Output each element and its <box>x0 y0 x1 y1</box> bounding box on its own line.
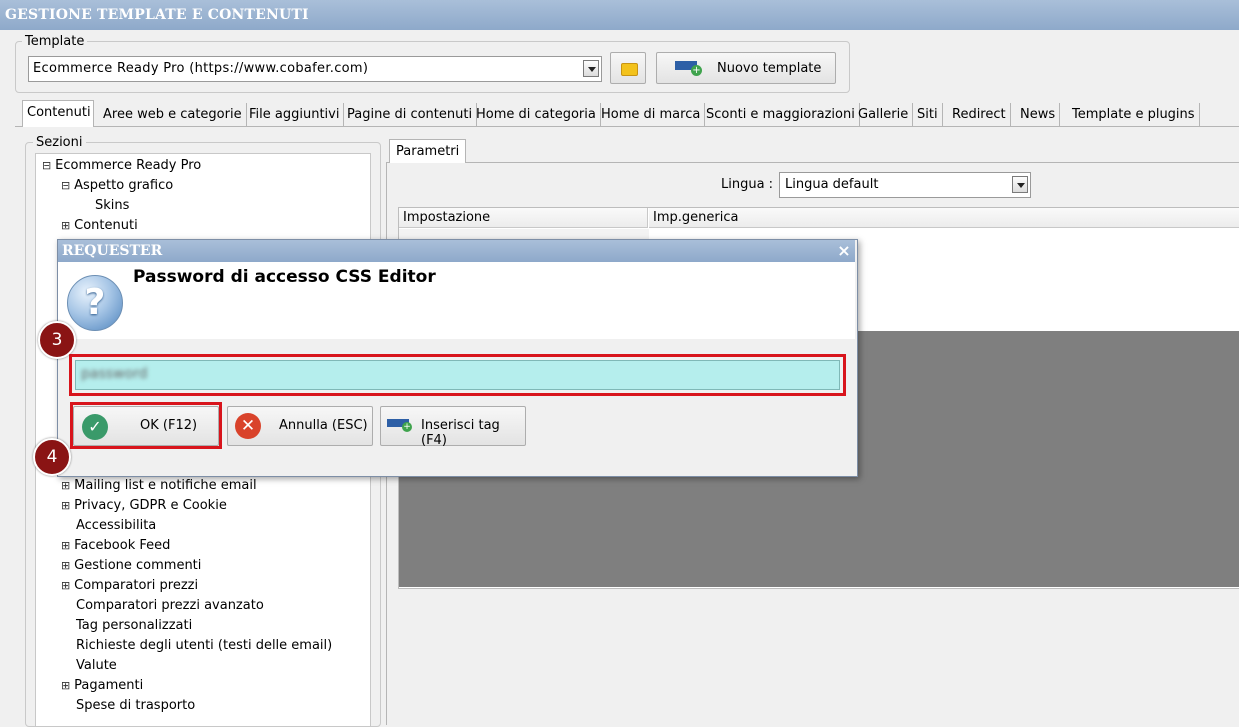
password-input-value: password <box>81 366 148 382</box>
tree-item-aspetto-grafico[interactable]: ⊟ Aspetto grafico <box>61 176 173 196</box>
chevron-down-icon[interactable] <box>583 60 599 77</box>
dialog-close-button[interactable]: × <box>835 240 853 262</box>
new-template-label: Nuovo template <box>717 61 822 76</box>
tree-item-privacy[interactable]: ⊞ Privacy, GDPR e Cookie <box>61 496 227 516</box>
tree-label: Mailing list e notifiche email <box>74 478 257 493</box>
tree-label: Comparatori prezzi <box>74 578 199 593</box>
expand-icon[interactable]: ⊞ <box>61 580 70 591</box>
cancel-label: Annulla (ESC) <box>279 418 368 433</box>
expand-icon[interactable]: ⊞ <box>61 560 70 571</box>
tab-gallerie[interactable]: Gallerie <box>854 103 914 126</box>
tab-pagine-contenuti[interactable]: Pagine di contenuti <box>343 103 478 126</box>
tree-label: Pagamenti <box>74 678 144 693</box>
tab-contenuti[interactable]: Contenuti <box>22 100 94 127</box>
expand-icon[interactable]: ⊞ <box>61 220 70 231</box>
tree-item-tag[interactable]: Tag personalizzati <box>76 616 192 636</box>
dialog-message: Password di accesso CSS Editor <box>133 267 436 287</box>
chevron-down-icon[interactable] <box>1012 176 1028 193</box>
grid-header-setting[interactable]: Impostazione <box>399 208 648 228</box>
tree-item-commenti[interactable]: ⊞ Gestione commenti <box>61 556 201 576</box>
tree-item-comparatori-avanzato[interactable]: Comparatori prezzi avanzato <box>76 596 264 616</box>
question-icon: ? <box>67 275 123 331</box>
tree-item-contenuti[interactable]: ⊞ Contenuti <box>61 216 138 236</box>
tree-item-valute[interactable]: Valute <box>76 656 117 676</box>
tab-template-plugins[interactable]: Template e plugins <box>1068 103 1200 126</box>
plus-badge-icon: + <box>691 65 702 76</box>
tree-label: Contenuti <box>74 218 138 233</box>
tree-label: Richieste degli utenti (testi delle emai… <box>76 638 333 653</box>
lingua-select-value: Lingua default <box>785 177 879 192</box>
collapse-icon[interactable]: ⊟ <box>61 180 70 191</box>
tab-sconti[interactable]: Sconti e maggiorazioni <box>702 103 860 126</box>
expand-icon[interactable]: ⊞ <box>61 500 70 511</box>
tree-label: Privacy, GDPR e Cookie <box>74 498 227 513</box>
tree-item-facebook[interactable]: ⊞ Facebook Feed <box>61 536 170 556</box>
insert-tag-label: Inserisci tag (F4) <box>421 418 500 448</box>
grid-header-value[interactable]: Imp.generica <box>649 208 1239 228</box>
folder-icon <box>621 63 638 76</box>
sections-legend: Sezioni <box>33 135 86 150</box>
dialog-title: REQUESTER <box>58 240 855 262</box>
tree-label: Skins <box>95 198 130 213</box>
lingua-select[interactable]: Lingua default <box>779 172 1031 198</box>
template-select-value: Ecommerce Ready Pro (https://www.cobafer… <box>33 61 369 76</box>
new-template-button[interactable]: + Nuovo template <box>656 52 836 84</box>
tab-redirect[interactable]: Redirect <box>948 103 1011 126</box>
tree-label: Gestione commenti <box>74 558 202 573</box>
cancel-button[interactable]: ✕ Annulla (ESC) <box>227 406 373 446</box>
lingua-label: Lingua : <box>721 177 774 192</box>
tab-home-marca[interactable]: Home di marca <box>597 103 706 126</box>
step-marker-4: 4 <box>33 438 71 476</box>
requester-dialog: REQUESTER × ? Password di accesso CSS Ed… <box>57 239 858 477</box>
tree-label: Spese di trasporto <box>76 698 196 713</box>
tree-item-root[interactable]: ⊟ Ecommerce Ready Pro <box>42 156 201 176</box>
plus-badge-icon: + <box>402 422 412 432</box>
tree-item-comparatori[interactable]: ⊞ Comparatori prezzi <box>61 576 198 596</box>
tab-news[interactable]: News <box>1016 103 1061 126</box>
tree-label: Ecommerce Ready Pro <box>55 158 202 173</box>
tab-siti[interactable]: Siti <box>913 103 943 126</box>
tree-item-richieste[interactable]: Richieste degli utenti (testi delle emai… <box>76 636 332 656</box>
tab-aree-web[interactable]: Aree web e categorie <box>99 103 247 126</box>
tree-label: Comparatori prezzi avanzato <box>76 598 264 613</box>
expand-icon[interactable]: ⊞ <box>61 540 70 551</box>
open-folder-button[interactable] <box>610 52 646 84</box>
template-select[interactable]: Ecommerce Ready Pro (https://www.cobafer… <box>28 56 602 82</box>
insert-tag-button[interactable]: + Inserisci tag (F4) <box>380 406 526 448</box>
tree-label: Facebook Feed <box>74 538 171 553</box>
tree-item-mailing[interactable]: ⊞ Mailing list e notifiche email <box>61 476 257 496</box>
expand-icon[interactable]: ⊞ <box>61 480 70 491</box>
collapse-icon[interactable]: ⊟ <box>42 160 51 171</box>
tree-item-pagamenti[interactable]: ⊞ Pagamenti <box>61 676 143 696</box>
tree-item-skins[interactable]: Skins <box>95 196 129 216</box>
ok-highlight <box>70 402 222 449</box>
password-input[interactable]: password <box>75 360 840 390</box>
tab-home-categoria[interactable]: Home di categoria <box>472 103 601 126</box>
tab-parametri[interactable]: Parametri <box>389 139 467 163</box>
close-circle-icon: ✕ <box>235 413 261 439</box>
window-title: GESTIONE TEMPLATE E CONTENUTI <box>0 0 1239 30</box>
template-legend: Template <box>22 34 88 49</box>
expand-icon[interactable]: ⊞ <box>61 680 70 691</box>
step-marker-3: 3 <box>38 321 76 359</box>
tree-label: Valute <box>76 658 117 673</box>
tree-item-spese[interactable]: Spese di trasporto <box>76 696 195 716</box>
tree-item-accessibilita[interactable]: Accessibilita <box>76 516 156 536</box>
tab-file-aggiuntivi[interactable]: File aggiuntivi <box>245 103 345 126</box>
tree-label: Accessibilita <box>76 518 157 533</box>
tree-label: Tag personalizzati <box>76 618 193 633</box>
tree-label: Aspetto grafico <box>74 178 174 193</box>
